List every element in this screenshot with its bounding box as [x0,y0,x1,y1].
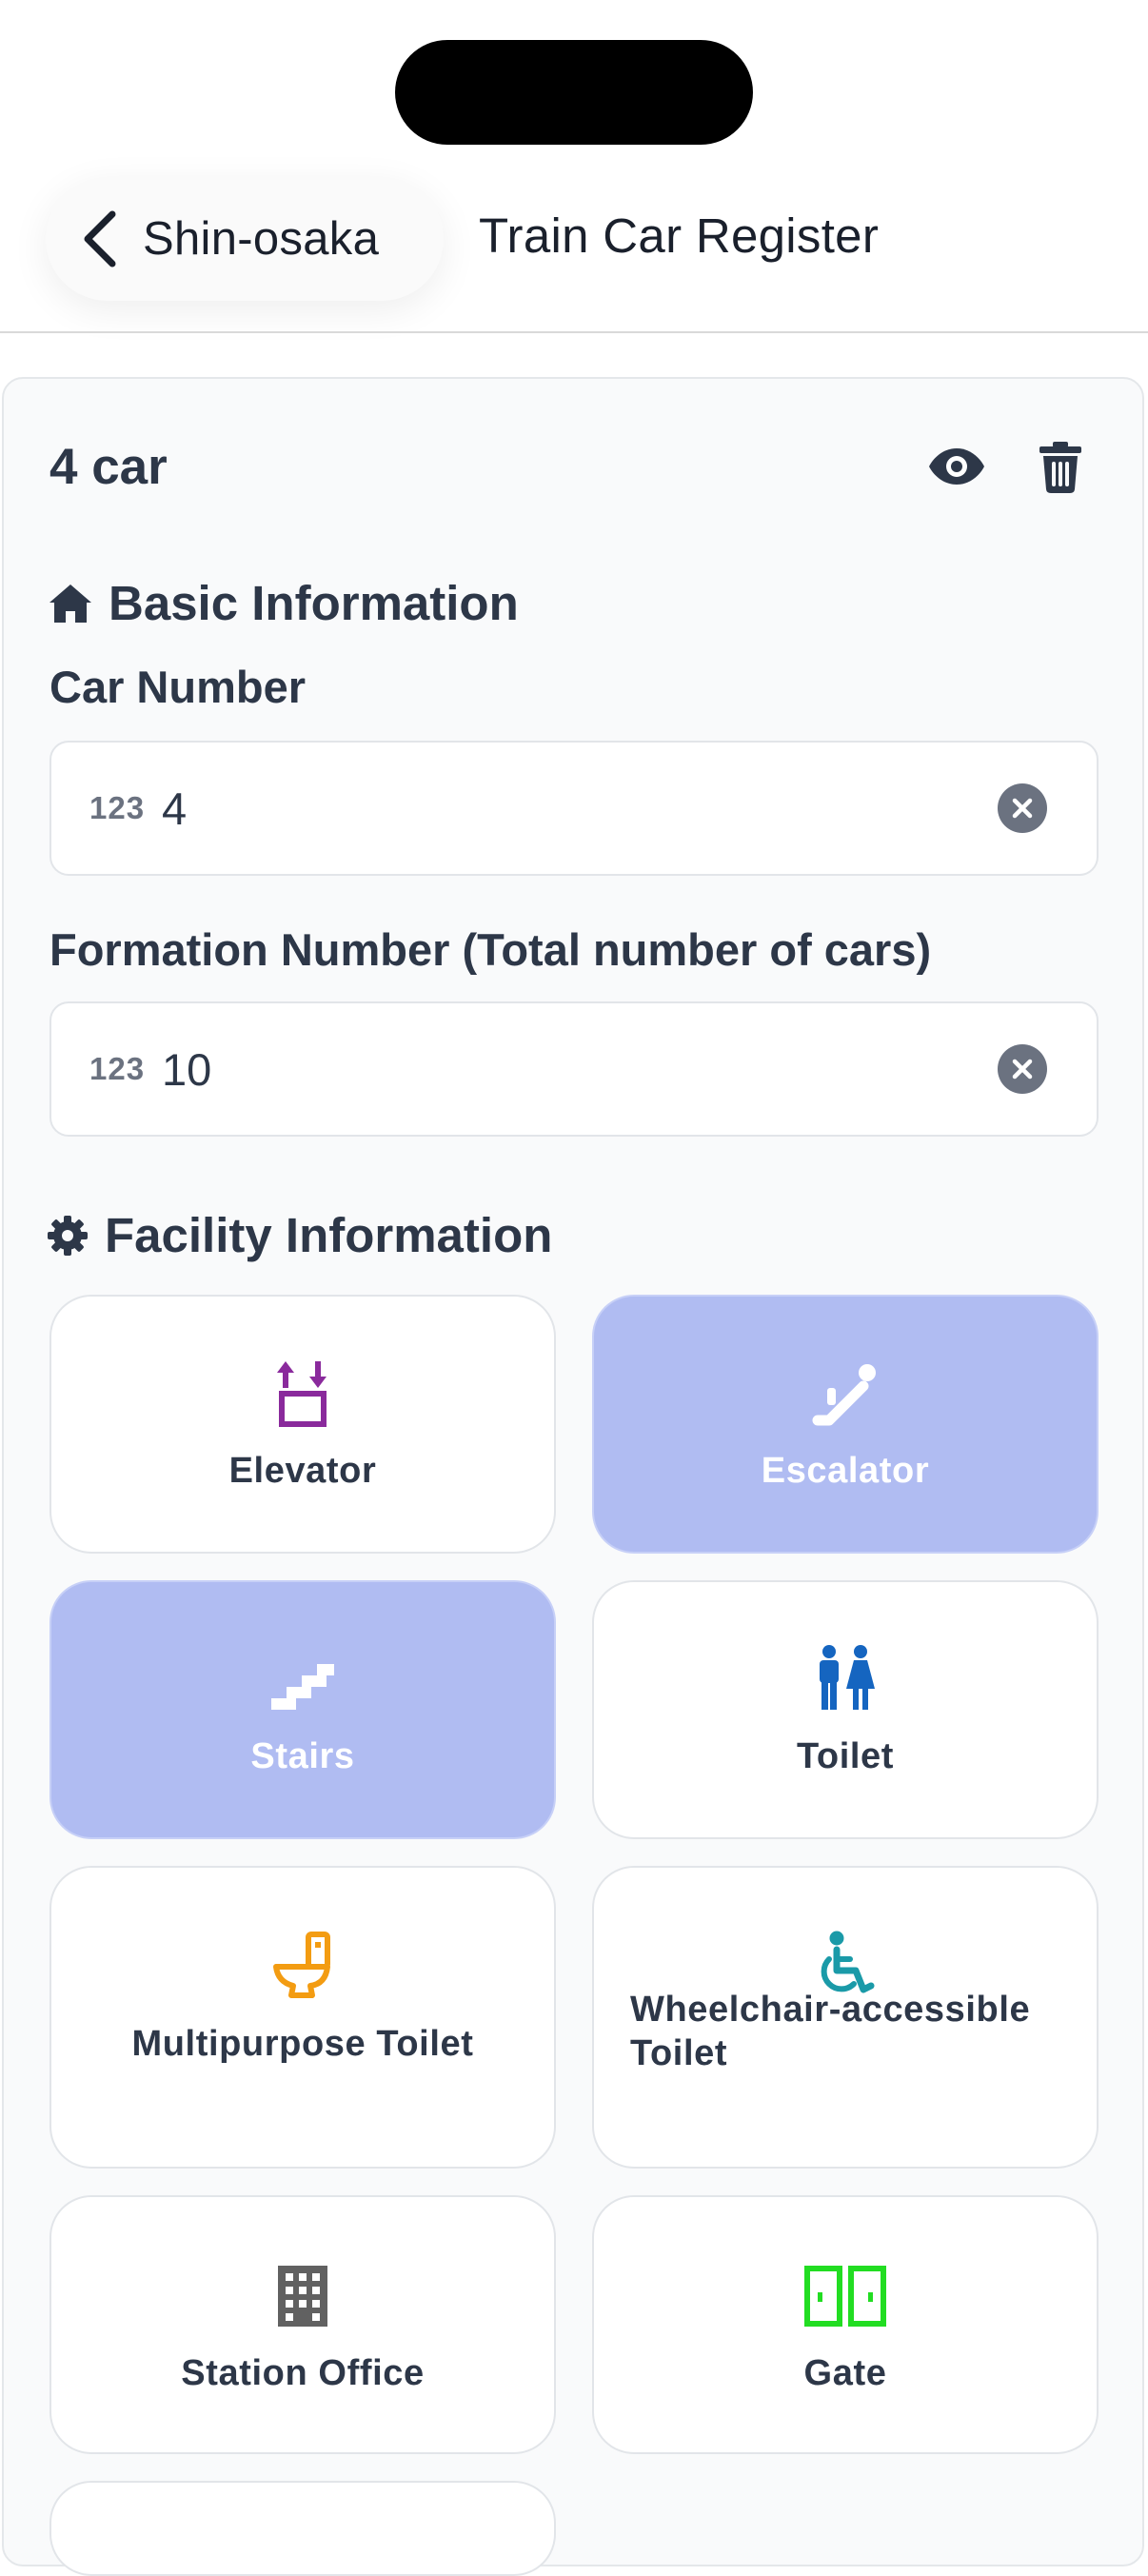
formation-number-label: Formation Number (Total number of cars) [49,924,932,975]
tile-label: Escalator [761,1451,930,1491]
facility-info-title: Facility Information [105,1208,553,1262]
tile-label: Multipurpose Toilet [131,2024,474,2064]
facility-tile-gate[interactable]: Gate [592,2195,1099,2454]
facility-tile-station-office[interactable]: Station Office [49,2195,556,2454]
delete-button[interactable] [1034,436,1087,499]
facility-tile-elevator[interactable]: Elevator [49,1295,556,1554]
page-title: Train Car Register [479,208,880,263]
car-number-label: Car Number [49,662,307,712]
formation-number-input[interactable] [162,1042,998,1096]
basic-info-heading: Basic Information [49,575,519,631]
formation-number-field[interactable]: 123 [49,1001,1099,1137]
escalator-icon [594,1363,1097,1426]
home-icon [49,584,91,623]
close-icon [1012,1059,1033,1080]
facility-tile-stairs[interactable]: Stairs [49,1580,556,1839]
facility-tile-escalator[interactable]: Escalator [592,1295,1099,1554]
close-icon [1012,798,1033,819]
facility-tile-partial[interactable] [49,2481,556,2576]
building-icon [51,2266,554,2327]
gear-icon [48,1215,88,1256]
back-label: Shin-osaka [143,213,380,265]
clear-formation-number-button[interactable] [998,1044,1047,1094]
facility-tile-multipurpose-toilet[interactable]: Multipurpose Toilet [49,1866,556,2169]
trash-icon [1039,442,1081,493]
card-title: 4 car [49,439,168,495]
clear-car-number-button[interactable] [998,783,1047,833]
eye-icon [929,448,984,485]
back-button[interactable]: Shin-osaka [46,177,444,301]
tile-label: Stairs [250,1736,355,1776]
basic-info-title: Basic Information [109,576,519,630]
stairs-icon [51,1656,554,1710]
toilet-icon [51,1931,554,1999]
preview-button[interactable] [921,434,992,499]
tile-label: Toilet [796,1736,895,1776]
elevator-icon [51,1361,554,1428]
toilet-people-icon [594,1645,1097,1710]
number-prefix-icon: 123 [89,1051,146,1086]
header-divider [0,331,1148,333]
gate-icon [594,2266,1097,2327]
car-number-input[interactable] [162,782,998,835]
tile-label: Wheelchair-accessible Toilet [630,1990,1031,2073]
tile-label: Station Office [181,2353,425,2393]
chevron-left-icon [84,210,116,268]
tile-label: Elevator [228,1451,377,1491]
facility-info-heading: Facility Information [48,1207,552,1263]
number-prefix-icon: 123 [89,790,146,825]
facility-tile-toilet[interactable]: Toilet [592,1580,1099,1839]
facility-tile-wheelchair-toilet[interactable]: Wheelchair-accessible Toilet [592,1866,1099,2169]
camera-notch [395,40,753,145]
car-number-field[interactable]: 123 [49,741,1099,876]
tile-label: Gate [803,2353,887,2393]
